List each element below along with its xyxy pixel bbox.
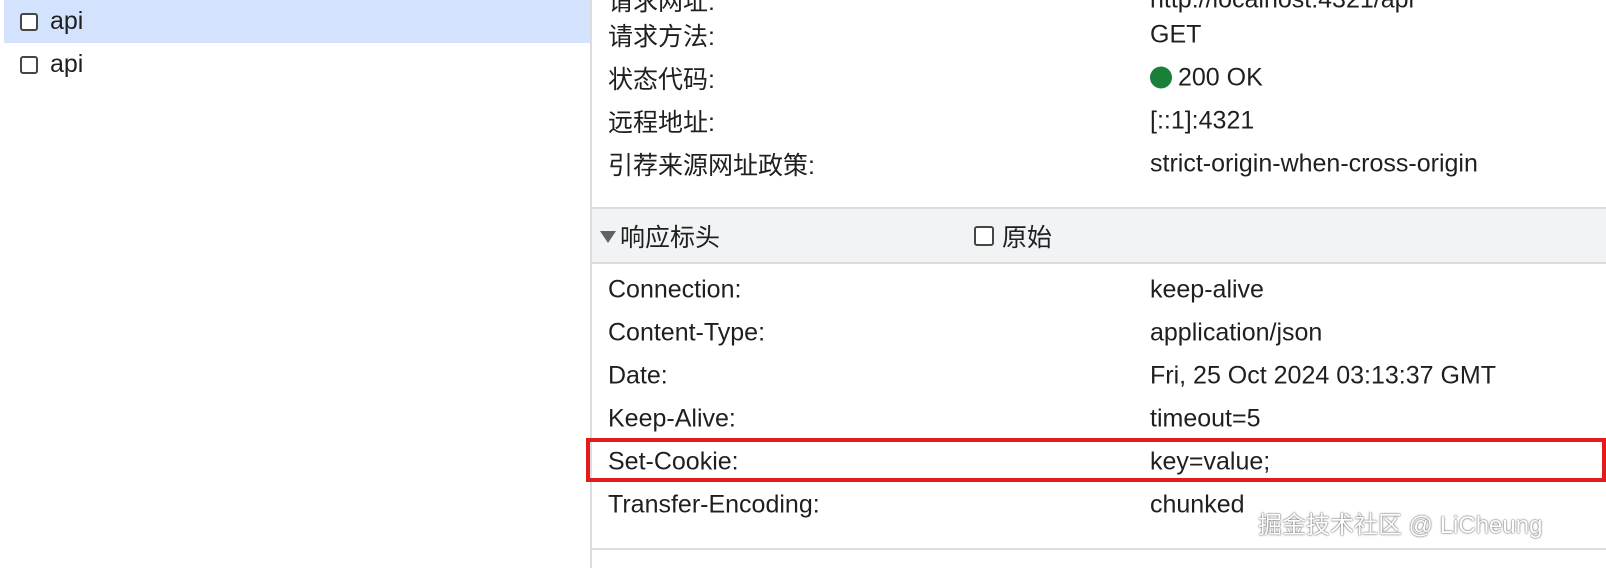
response-header-row-content-type: Content-Type: application/json — [592, 311, 1606, 354]
header-key: 请求方法: — [608, 22, 715, 51]
header-value: timeout=5 — [1150, 404, 1261, 432]
header-value: keep-alive — [1150, 275, 1264, 303]
triangle-down-icon — [600, 230, 616, 243]
raw-toggle[interactable]: 原始 — [974, 218, 1052, 254]
header-key: Content-Type: — [608, 318, 766, 346]
header-key: Set-Cookie: — [608, 447, 739, 475]
response-headers-toggle[interactable]: 响应标头 — [600, 218, 720, 254]
response-headers-title: 响应标头 — [620, 223, 721, 252]
response-header-row-connection: Connection: keep-alive — [592, 268, 1606, 311]
watermark: 掘金技术社区 @ LiCheung — [1258, 512, 1543, 539]
header-key: 引荐来源网址政策: — [608, 151, 815, 180]
response-header-row-keep-alive: Keep-Alive: timeout=5 — [592, 397, 1606, 440]
status-ok-icon — [1150, 66, 1172, 89]
request-row-api[interactable]: api — [4, 43, 590, 86]
header-value: strict-origin-when-cross-origin — [1150, 149, 1478, 177]
header-value: GET — [1150, 20, 1202, 48]
general-row-method: 请求方法: GET — [592, 13, 1606, 56]
request-checkbox[interactable] — [20, 12, 38, 31]
section-divider — [592, 262, 1606, 264]
general-row-remote-address: 远程地址: [::1]:4321 — [592, 99, 1606, 142]
header-key: 状态代码: — [608, 65, 715, 94]
header-key: Keep-Alive: — [608, 404, 736, 432]
header-key: Date: — [608, 361, 668, 389]
section-divider — [592, 548, 1606, 550]
general-row-referrer-policy: 引荐来源网址政策: strict-origin-when-cross-origi… — [592, 142, 1606, 185]
header-value: chunked — [1150, 490, 1245, 518]
header-key: Connection: — [608, 275, 742, 303]
header-value: application/json — [1150, 318, 1323, 346]
header-value: 200 OK — [1150, 63, 1263, 92]
header-value: Fri, 25 Oct 2024 03:13:37 GMT — [1150, 361, 1496, 389]
general-row-status: 状态代码: 200 OK — [592, 56, 1606, 99]
request-name: api — [50, 50, 84, 78]
response-header-row-date: Date: Fri, 25 Oct 2024 03:13:37 GMT — [592, 354, 1606, 397]
headers-panel: 请求网址: http://localhost:4321/api 请求方法: GE… — [592, 0, 1606, 568]
status-text: 200 OK — [1178, 63, 1263, 91]
raw-label: 原始 — [1002, 223, 1053, 252]
request-checkbox[interactable] — [20, 55, 38, 74]
raw-checkbox[interactable] — [974, 225, 994, 246]
request-row-api-selected[interactable]: api — [4, 0, 590, 43]
header-key: Transfer-Encoding: — [608, 490, 820, 518]
response-headers-section-header: 响应标头 原始 — [592, 209, 1606, 262]
header-value: key=value; — [1150, 447, 1271, 475]
response-header-row-set-cookie: Set-Cookie: key=value; — [592, 440, 1606, 483]
header-value: http://localhost:4321/api — [1150, 0, 1414, 14]
request-list: api api — [0, 0, 590, 568]
header-key: 远程地址: — [608, 108, 715, 137]
request-name: api — [50, 7, 84, 35]
header-value: [::1]:4321 — [1150, 106, 1255, 134]
